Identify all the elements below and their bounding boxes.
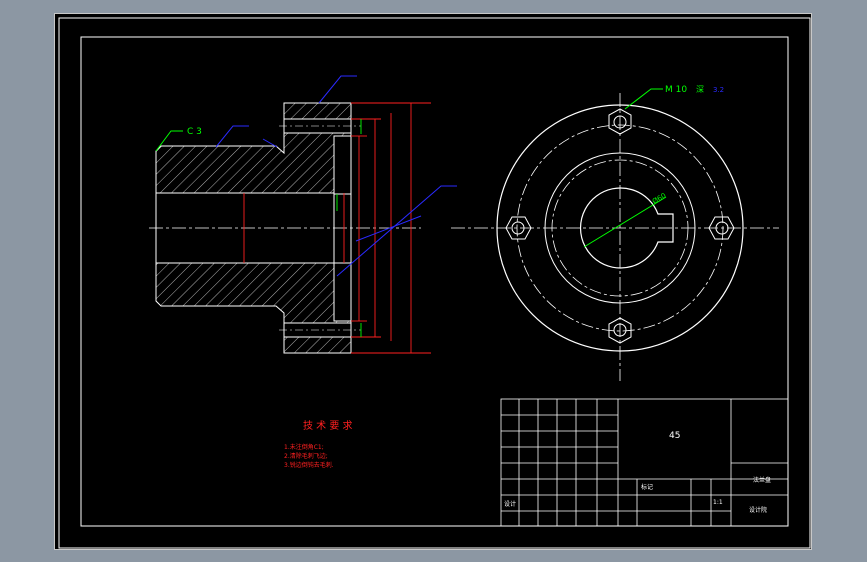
front-view: Ø60 M 10 深 3.2 <box>451 85 779 381</box>
roughness-label: 3.2 <box>713 86 724 94</box>
thread-suffix: 深 <box>696 85 704 94</box>
tech-requirement-2: 2.清除毛刺飞边; <box>284 452 328 460</box>
tech-requirements-title: 技 术 要 求 <box>303 419 353 432</box>
scale-label: 1:1 <box>713 499 723 506</box>
technical-drawing: C 3 Ø60 M 10 深 3.2 技 术 要 求 1.未注倒角C1; 2.清… <box>58 17 811 549</box>
designer-label: 设计 <box>504 500 516 508</box>
material-label: 45 <box>669 431 680 441</box>
upper-section-hatch <box>155 102 352 194</box>
tech-requirements: 技 术 要 求 1.未注倒角C1; 2.清除毛刺飞边; 3.锐边倒钝去毛刺. <box>284 419 353 469</box>
lower-section-hatch <box>155 262 352 354</box>
title-block <box>500 398 789 527</box>
tech-requirement-3: 3.锐边倒钝去毛刺. <box>284 461 334 469</box>
upper-recess <box>333 135 352 195</box>
section-view: C 3 <box>149 75 457 354</box>
school-name: 设计院 <box>749 506 767 514</box>
drawing-name: 法兰盘 <box>753 476 771 484</box>
chamfer-label: C 3 <box>187 127 202 137</box>
thread-label: M 10 <box>665 85 687 95</box>
rev-label: 标记 <box>641 483 653 491</box>
hub-diameter-label: Ø60 <box>651 192 667 206</box>
tech-requirement-1: 1.未注倒角C1; <box>284 443 324 451</box>
cad-viewport[interactable]: C 3 Ø60 M 10 深 3.2 技 术 要 求 1.未注倒角C1; 2.清… <box>54 13 812 550</box>
